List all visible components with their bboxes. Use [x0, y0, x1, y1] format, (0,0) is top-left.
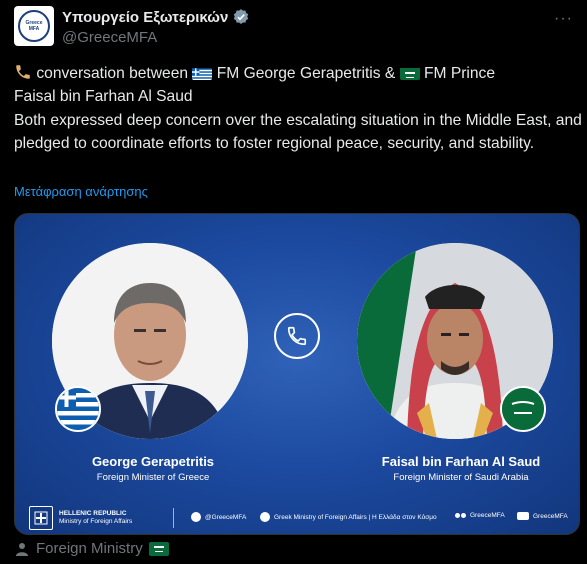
hr-line1: HELLENIC REPUBLIC [59, 510, 127, 517]
youtube-label: GreeceMFA [533, 512, 568, 520]
twitter-icon [191, 512, 201, 522]
saudi-flag-icon [500, 386, 546, 432]
avatar[interactable]: Greece MFA [14, 6, 54, 46]
facebook-icon [260, 512, 270, 522]
left-person-role: Foreign Minister of Greece [96, 472, 210, 483]
tweet-fm-greece: FM George Gerapetritis & [216, 65, 396, 82]
tweet-fm-saudi: FM Prince [423, 65, 496, 82]
person-icon [16, 542, 28, 556]
saudi-flag-icon [148, 541, 169, 556]
hr-line2: Ministry of Foreign Affairs [59, 518, 133, 525]
author-display-name[interactable]: Υπουργείο Εξωτερικών [62, 9, 228, 26]
twitter-label: @GreeceMFA [205, 513, 247, 521]
card-footer: HELLENIC REPUBLIC Ministry of Foreign Af… [15, 500, 579, 534]
facebook-page: Greek Ministry of Foreign Affairs | Η Ελ… [260, 512, 437, 522]
greek-flag-icon [55, 386, 101, 432]
media-card[interactable]: George Gerapetritis Foreign Minister of … [14, 213, 580, 535]
translate-post-link[interactable]: Μετάφραση ανάρτησης [14, 184, 148, 199]
author-name-row: Υπουργείο Εξωτερικών [62, 8, 250, 26]
verified-badge-icon [234, 9, 249, 24]
saudi-flag-icon [399, 66, 420, 80]
facebook-label: Greek Ministry of Foreign Affairs | Η Ελ… [274, 513, 437, 521]
ministry-seal-icon: Greece MFA [18, 10, 50, 42]
attribution[interactable]: Foreign Ministry [14, 540, 169, 557]
youtube-icon [517, 512, 529, 520]
flickr-label: GreeceMFA [470, 512, 505, 519]
youtube-handle: GreeceMFA [517, 512, 568, 520]
phone-icon [274, 313, 320, 359]
hellenic-republic-emblem-icon [29, 506, 53, 530]
author-handle[interactable]: @GreeceMFA [62, 29, 157, 46]
flickr-icon [455, 513, 466, 518]
avatar-text: Greece MFA [25, 20, 43, 32]
twitter-handle: @GreeceMFA [191, 512, 246, 522]
more-icon[interactable]: ··· [554, 10, 573, 28]
tweet-body: Both expressed deep concern over the esc… [14, 111, 587, 153]
tweet-line2: Faisal bin Farhan Al Saud [14, 88, 193, 106]
footer-divider [173, 508, 174, 528]
right-person-name: Faisal bin Farhan Al Saud [381, 454, 541, 469]
ministry-name: HELLENIC REPUBLIC Ministry of Foreign Af… [59, 510, 132, 526]
right-person-role: Foreign Minister of Saudi Arabia [393, 472, 529, 483]
tweet-line1-prefix: conversation between [36, 65, 189, 82]
tweet-text: conversation between FM George Gerapetri… [14, 62, 582, 156]
greek-flag-icon [192, 66, 213, 80]
attribution-label: Foreign Ministry [36, 540, 143, 557]
left-person-name: George Gerapetritis [91, 454, 215, 469]
flickr-handle: GreeceMFA [455, 512, 505, 519]
telephone-receiver-icon [16, 65, 30, 79]
